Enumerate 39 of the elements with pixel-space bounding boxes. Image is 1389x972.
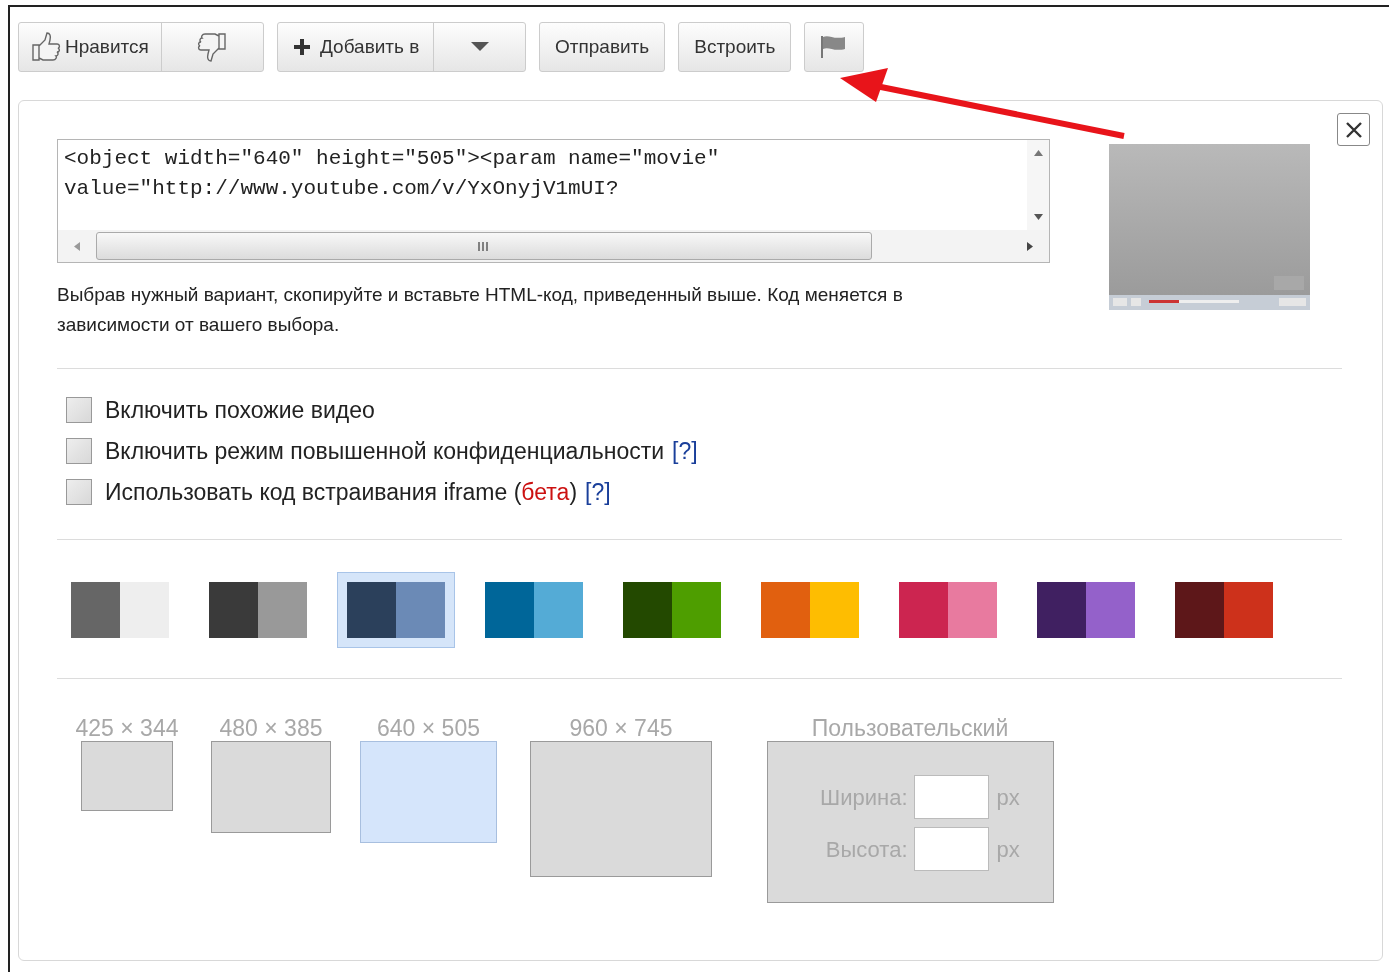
size-option[interactable] — [530, 741, 712, 877]
scroll-up-icon — [1033, 150, 1043, 156]
checkbox-label: Использовать код встраивания iframe (бета) — [105, 478, 578, 507]
size-label: 960 × 745 — [569, 715, 673, 741]
size-label: 480 × 385 — [219, 715, 323, 741]
checkbox[interactable] — [66, 438, 92, 464]
size-option[interactable] — [211, 741, 331, 833]
caret-icon — [470, 42, 489, 52]
size-label: 425 × 344 — [75, 715, 179, 741]
close-icon — [1343, 119, 1364, 140]
scroll-down-icon — [1033, 214, 1043, 220]
toolbar-button[interactable]: Встроить — [678, 22, 792, 72]
checkbox-label: Включить похожие видео — [105, 396, 375, 425]
scroll-thumb[interactable] — [96, 232, 872, 260]
vertical-scrollbar[interactable] — [1027, 140, 1049, 230]
toolbar-button[interactable]: Отправить — [539, 22, 666, 72]
size-option[interactable] — [81, 741, 173, 811]
checkbox[interactable] — [66, 397, 92, 423]
help-link[interactable]: [?] — [672, 436, 698, 466]
color-swatch[interactable] — [337, 572, 455, 648]
scroll-right-icon — [1027, 241, 1033, 251]
thumbs-up-icon — [29, 30, 63, 64]
code-textarea[interactable]: <object width="640" height="505"><param name="movie" value="http://www.youtube.com/v/YxOnyjV1mUI? — [57, 139, 1050, 263]
plus-icon — [292, 37, 312, 57]
flag-button[interactable] — [804, 22, 865, 72]
horizontal-scrollbar[interactable] — [58, 230, 1049, 262]
description-text: Выбрав нужный вариант, скопируйте и вставьте HTML-код, приведенный выше. Код меняется в зависимости от вашего выбора. — [57, 283, 904, 337]
code-line: <object width="640" height="505"><param name="movie" — [64, 146, 721, 172]
code-line: value="http://www.youtube.com/v/YxOnyjV1mUI? — [64, 176, 620, 202]
checkbox[interactable] — [66, 479, 92, 505]
size-label: 640 × 505 — [377, 715, 480, 741]
help-link[interactable]: [?] — [585, 477, 611, 507]
close-button[interactable] — [1337, 113, 1370, 146]
scroll-left-icon — [74, 241, 80, 251]
size-label: Пользовательский — [811, 715, 1009, 741]
input-field[interactable] — [913, 775, 989, 819]
checkbox-label: Включить режим повышенной конфиденциальности — [105, 437, 665, 466]
input-field[interactable] — [913, 827, 989, 871]
grip-icon — [477, 241, 491, 251]
